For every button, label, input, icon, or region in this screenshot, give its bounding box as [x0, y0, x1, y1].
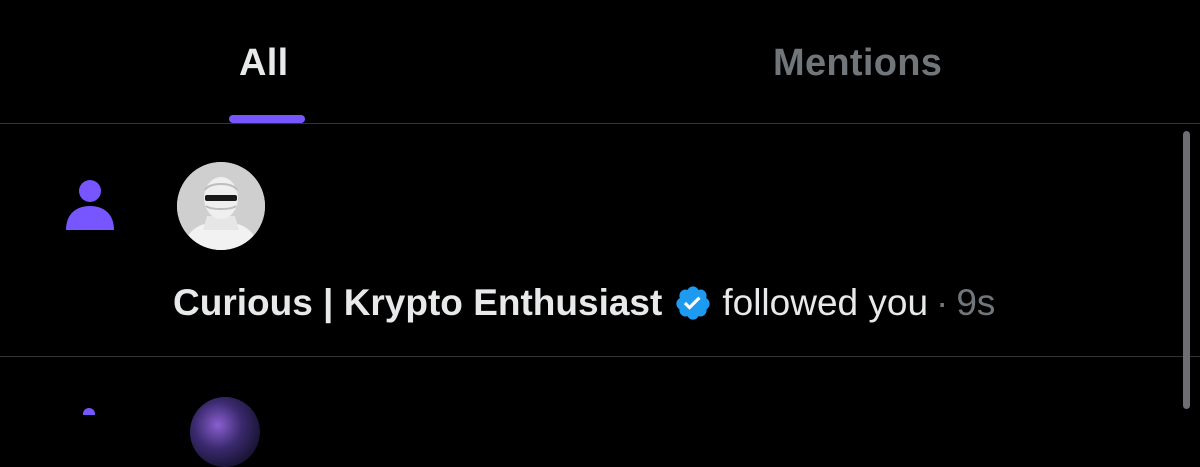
notification-tabs: All Mentions [0, 0, 1200, 124]
scrollbar-thumb[interactable] [1183, 131, 1190, 409]
person-icon [62, 176, 118, 232]
tab-all[interactable]: All [0, 0, 600, 123]
tab-active-indicator [229, 115, 305, 123]
notification-text: Curious | Krypto Enthusiast followed you… [173, 280, 995, 326]
user-avatar[interactable] [177, 162, 265, 250]
separator-dot: · [936, 282, 949, 323]
tab-mentions[interactable]: Mentions [600, 0, 1200, 123]
notification-item-partial[interactable] [0, 357, 1200, 467]
user-name[interactable]: Curious | Krypto Enthusiast [173, 280, 662, 326]
notification-action: followed you [722, 282, 929, 323]
notification-timestamp: 9s [956, 282, 996, 323]
tab-mentions-label: Mentions [773, 42, 943, 84]
notification-item[interactable]: Curious | Krypto Enthusiast followed you… [0, 124, 1200, 357]
user-avatar[interactable] [190, 397, 260, 467]
tab-all-label: All [239, 42, 289, 84]
verified-badge-icon [674, 284, 712, 322]
notification-type-icon [74, 403, 104, 415]
